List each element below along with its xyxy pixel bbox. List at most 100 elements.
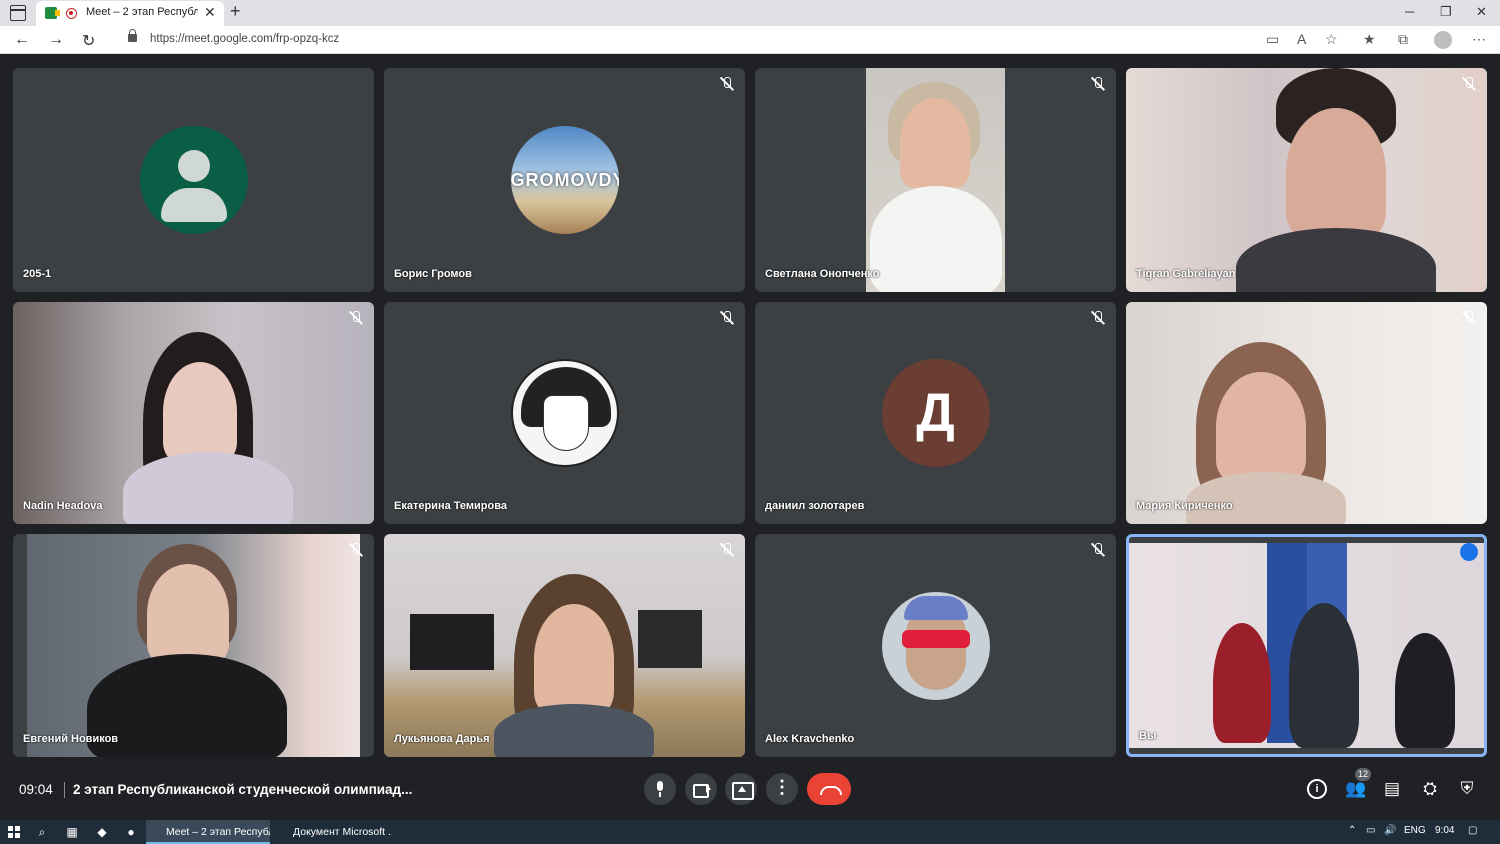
mic-off-icon [348, 542, 364, 558]
browser-tab-bar: Meet – 2 этап Республиканской студенческ… [0, 0, 1500, 26]
new-tab-icon[interactable]: + [230, 1, 241, 22]
video-feed [866, 68, 1005, 292]
host-controls-icon[interactable]: ⛨ [1457, 779, 1477, 799]
collections-icon[interactable]: ⧉ [1398, 31, 1408, 48]
camera-permission-icon[interactable]: ▭ [1266, 31, 1279, 48]
participant-tile[interactable]: Мария Кириченко [1126, 302, 1487, 524]
activities-icon[interactable]: ⛭ [1420, 779, 1440, 799]
participant-count-badge: 12 [1355, 768, 1372, 781]
generic-person-icon [139, 126, 248, 234]
lock-icon[interactable] [128, 29, 137, 42]
mic-off-icon [348, 310, 364, 326]
participant-tile[interactable]: Alex Kravchenko [755, 534, 1116, 757]
participant-tile[interactable]: Лукьянова Дарья [384, 534, 745, 757]
monitor [638, 610, 702, 668]
close-window-icon[interactable]: ✕ [1476, 4, 1487, 20]
read-aloud-icon[interactable]: A [1297, 31, 1306, 47]
mic-off-icon [719, 76, 735, 92]
add-favorite-icon[interactable]: ☆ [1325, 31, 1338, 48]
tab-title: Meet – 2 этап Республиканской студенческ… [86, 6, 198, 18]
participant-tile[interactable]: Светлана Онопченко [755, 68, 1116, 292]
speaking-indicator-icon [1460, 543, 1478, 561]
back-icon[interactable]: ← [14, 31, 30, 49]
camera-button[interactable] [685, 773, 717, 805]
participant-name: 205-1 [23, 268, 52, 280]
monitor [410, 614, 494, 670]
meeting-title: 2 этап Республиканской студенческой олим… [73, 782, 413, 797]
address-bar: ← → ↻ https://meet.google.com/frp-opzq-k… [0, 26, 1500, 54]
calculator-icon[interactable]: ▦ [65, 825, 79, 839]
profile-picture: GROMOVDY [510, 126, 619, 234]
participant-tile[interactable]: Д даниил золотарев [755, 302, 1116, 524]
notifications-icon[interactable]: ▢ [1468, 825, 1477, 836]
mic-off-icon [719, 310, 735, 326]
meeting-details-icon[interactable]: i [1307, 779, 1327, 799]
taskbar-browser[interactable]: Meet – 2 этап Республ... [146, 820, 270, 844]
video-feed [1126, 68, 1487, 292]
app-icon[interactable]: ◆ [95, 825, 109, 839]
microphone-button[interactable] [644, 773, 676, 805]
participant-name: Борис Громов [394, 268, 472, 280]
network-icon[interactable]: ▭ [1366, 825, 1375, 836]
browser-tab[interactable]: Meet – 2 этап Республиканской студенческ… [36, 1, 224, 26]
participant-tile[interactable]: GROMOVDY Борис Громов [384, 68, 745, 292]
people-icon[interactable]: 👥 [1345, 779, 1366, 799]
mic-off-icon [1090, 76, 1106, 92]
mic-off-icon [1090, 542, 1106, 558]
participant-name: Вы [1139, 730, 1157, 742]
participant-name: даниил золотарев [765, 500, 865, 512]
participant-name: Мария Кириченко [1136, 500, 1233, 512]
zoom-icon[interactable]: ● [124, 825, 138, 839]
participant-name: Светлана Онопченко [765, 268, 880, 280]
favorites-icon[interactable]: ★ [1363, 31, 1376, 48]
meeting-time: 09:04 [19, 782, 53, 797]
manga-portrait-icon [510, 359, 619, 467]
taskbar-clock[interactable]: 9:04 [1435, 825, 1454, 836]
participant-name: Tigran Gabreliayan [1136, 268, 1236, 280]
volume-icon[interactable]: 🔊 [1384, 825, 1396, 836]
refresh-icon[interactable]: ↻ [82, 31, 95, 51]
participant-name: Екатерина Темирова [394, 500, 507, 512]
participant-tile[interactable]: 205-1 [13, 68, 374, 292]
letter-avatar: Д [881, 359, 990, 467]
participant-name: Alex Kravchenko [765, 733, 855, 745]
close-tab-icon[interactable]: ✕ [204, 4, 216, 21]
forward-icon[interactable]: → [48, 31, 64, 49]
divider [64, 782, 65, 798]
maximize-icon[interactable]: ❐ [1440, 4, 1452, 20]
mic-off-icon [1090, 310, 1106, 326]
mic-off-icon [1461, 310, 1477, 326]
video-feed [27, 534, 360, 757]
tray-chevron-icon[interactable]: ⌃ [1348, 825, 1356, 836]
chat-icon[interactable]: ▤ [1382, 779, 1402, 799]
more-options-button[interactable] [766, 773, 798, 805]
more-options-icon[interactable]: ⋯ [1472, 31, 1486, 48]
participant-tile[interactable]: Евгений Новиков [13, 534, 374, 757]
meet-favicon-icon [45, 7, 60, 19]
participant-tile[interactable]: Tigran Gabreliayan [1126, 68, 1487, 292]
self-view-tile[interactable]: Вы [1126, 534, 1487, 757]
mic-off-icon [719, 542, 735, 558]
end-call-button[interactable] [807, 773, 851, 805]
video-feed [13, 302, 374, 524]
video-feed [384, 534, 745, 757]
task-label: Meet – 2 этап Республ... [166, 826, 270, 838]
present-screen-button[interactable] [725, 773, 757, 805]
windows-taskbar: ⌕ ▦ ◆ ● Meet – 2 этап Республ... Докумен… [0, 820, 1500, 844]
taskbar-word[interactable]: Документ Microsoft ... [274, 820, 392, 844]
tab-actions-menu-icon[interactable] [10, 5, 26, 21]
participant-name: Nadin Headova [23, 500, 103, 512]
search-icon[interactable]: ⌕ [35, 825, 49, 839]
profile-avatar[interactable] [1434, 31, 1452, 49]
language-indicator[interactable]: ENG [1404, 825, 1426, 836]
url-field[interactable]: https://meet.google.com/frp-opzq-kcz [150, 33, 339, 45]
start-icon[interactable] [8, 826, 20, 838]
participant-tile[interactable]: Екатерина Темирова [384, 302, 745, 524]
profile-picture [881, 591, 990, 700]
participant-tile[interactable]: Nadin Headova [13, 302, 374, 524]
mic-off-icon [1461, 76, 1477, 92]
participant-name: Лукьянова Дарья [394, 733, 490, 745]
video-feed [1126, 302, 1487, 524]
minimize-icon[interactable]: ─ [1405, 4, 1414, 19]
task-label: Документ Microsoft ... [293, 826, 392, 838]
